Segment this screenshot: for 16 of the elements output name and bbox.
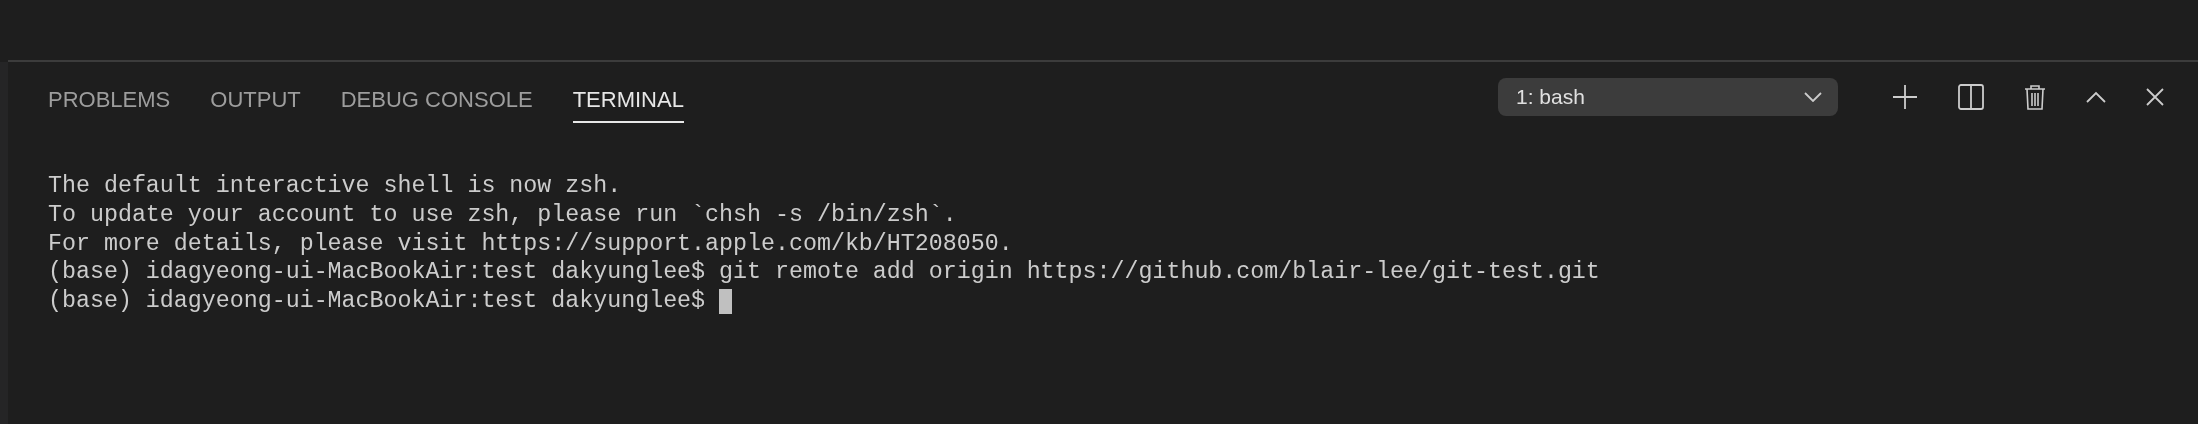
chevron-up-icon[interactable]	[2086, 91, 2106, 103]
trash-icon[interactable]	[2024, 84, 2046, 110]
close-icon[interactable]	[2146, 88, 2164, 106]
split-pane-icon[interactable]	[1958, 84, 1984, 110]
panel-tab[interactable]: OUTPUT	[210, 77, 301, 123]
terminal-line: For more details, please visit https://support.apple.com/kb/HT208050.	[48, 229, 1013, 259]
terminal-line: To update your account to use zsh, please run `chsh -s /bin/zsh`.	[48, 200, 957, 230]
terminal-line: (base) idagyeong-ui-MacBookAir:test dakyunglee$ git remote add origin https://github.com/blair-lee/git-test.git	[48, 258, 1600, 288]
plus-icon[interactable]	[1892, 84, 1918, 110]
panel-tab[interactable]: TERMINAL	[572, 77, 684, 123]
panel-tab[interactable]: PROBLEMS	[48, 77, 171, 123]
terminal-line: (base) idagyeong-ui-MacBookAir:test dakyunglee$	[48, 287, 707, 316]
terminal-dropdown[interactable]: 1: bash	[1498, 78, 1838, 116]
terminal-line: The default interactive shell is now zsh.	[48, 172, 622, 201]
chevron-down-icon	[1804, 92, 1822, 102]
panel-tab[interactable]: DEBUG CONSOLE	[340, 77, 533, 123]
